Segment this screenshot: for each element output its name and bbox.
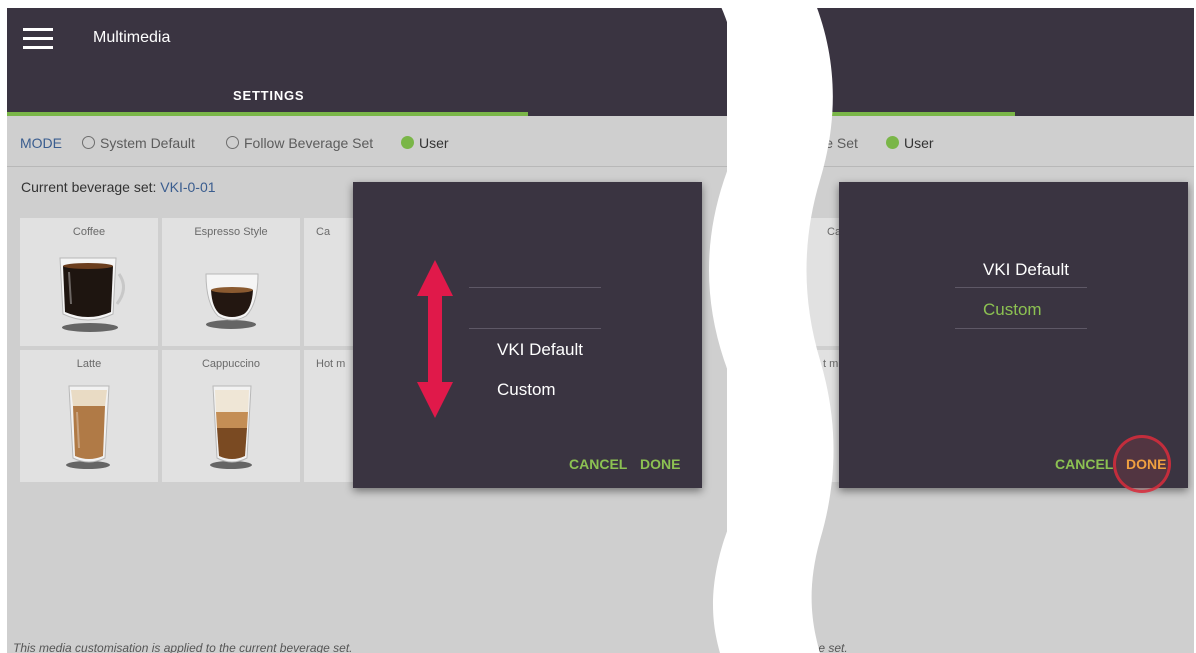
picker-divider-top — [469, 287, 601, 288]
radio-system-default[interactable] — [82, 136, 95, 149]
radio-user[interactable] — [401, 136, 414, 149]
radio-follow-beverage-set-label[interactable]: Follow Beverage Set — [244, 135, 373, 151]
tab-settings[interactable]: SETTINGS — [233, 88, 304, 103]
espresso-glass-icon — [205, 273, 259, 321]
picker-option-vki-default[interactable]: VKI Default — [497, 340, 583, 360]
mode-label: MODE — [20, 135, 62, 151]
done-button[interactable]: DONE — [1126, 456, 1166, 472]
beverage-name: Latte — [76, 358, 102, 370]
cancel-button[interactable]: CANCEL — [1055, 456, 1113, 472]
mode-row: MODE System Default Follow Beverage Set … — [7, 116, 727, 167]
beverage-tile-coffee[interactable]: Coffee — [20, 218, 158, 346]
beverage-tile-latte[interactable]: Latte — [20, 350, 158, 482]
footer-note: This media customisation is applied to t… — [13, 641, 353, 653]
app-title: Multimedia — [93, 29, 171, 46]
beverage-tile-espresso[interactable]: Espresso Style — [162, 218, 300, 346]
picker-divider-top — [955, 287, 1087, 288]
beverage-name: Coffee — [72, 226, 106, 238]
select-media-dialog: VKI Default Custom CANCEL DONE — [353, 182, 702, 488]
tab-bar — [7, 70, 727, 116]
select-media-dialog: VKI Default Custom CANCEL DONE — [839, 182, 1188, 493]
radio-user-label[interactable]: User — [419, 135, 449, 151]
picker-divider-bottom — [955, 328, 1087, 329]
radio-user-label[interactable]: User — [904, 135, 934, 151]
mode-row: rage Set User — [805, 116, 1194, 167]
picker-divider-bottom — [469, 328, 601, 329]
cappuccino-glass-icon — [212, 385, 252, 463]
right-screen: rage Set User Ca t m VKI Default Custom … — [805, 8, 1194, 653]
current-beverage-set-label: Current beverage set: — [21, 179, 157, 195]
hamburger-menu-icon[interactable] — [23, 28, 53, 50]
beverage-name: Cappuccino — [201, 358, 261, 370]
done-button[interactable]: DONE — [640, 456, 680, 472]
latte-glass-icon — [68, 385, 110, 463]
beverage-name: Espresso Style — [194, 226, 268, 238]
app-bar — [805, 8, 1194, 70]
left-screen: Multimedia SETTINGS MODE System Default … — [7, 8, 727, 653]
current-beverage-set: Current beverage set: VKI-0-01 — [21, 179, 216, 195]
tab-bar — [805, 70, 1194, 116]
beverage-name: Hot m — [316, 358, 346, 370]
cancel-button[interactable]: CANCEL — [569, 456, 627, 472]
radio-system-default-label[interactable]: System Default — [100, 135, 195, 151]
current-beverage-set-value[interactable]: VKI-0-01 — [160, 179, 215, 195]
picker-option-vki-default[interactable]: VKI Default — [983, 260, 1069, 280]
radio-follow-beverage-set[interactable] — [226, 136, 239, 149]
coffee-glass-icon — [59, 257, 125, 321]
screen-separator — [709, 0, 834, 653]
beverage-name: Ca — [316, 226, 331, 238]
picker-option-custom[interactable]: Custom — [497, 380, 556, 400]
scroll-up-down-arrow-icon — [417, 260, 453, 418]
beverage-tile-cappuccino[interactable]: Cappuccino — [162, 350, 300, 482]
picker-option-custom[interactable]: Custom — [983, 300, 1042, 320]
radio-user[interactable] — [886, 136, 899, 149]
